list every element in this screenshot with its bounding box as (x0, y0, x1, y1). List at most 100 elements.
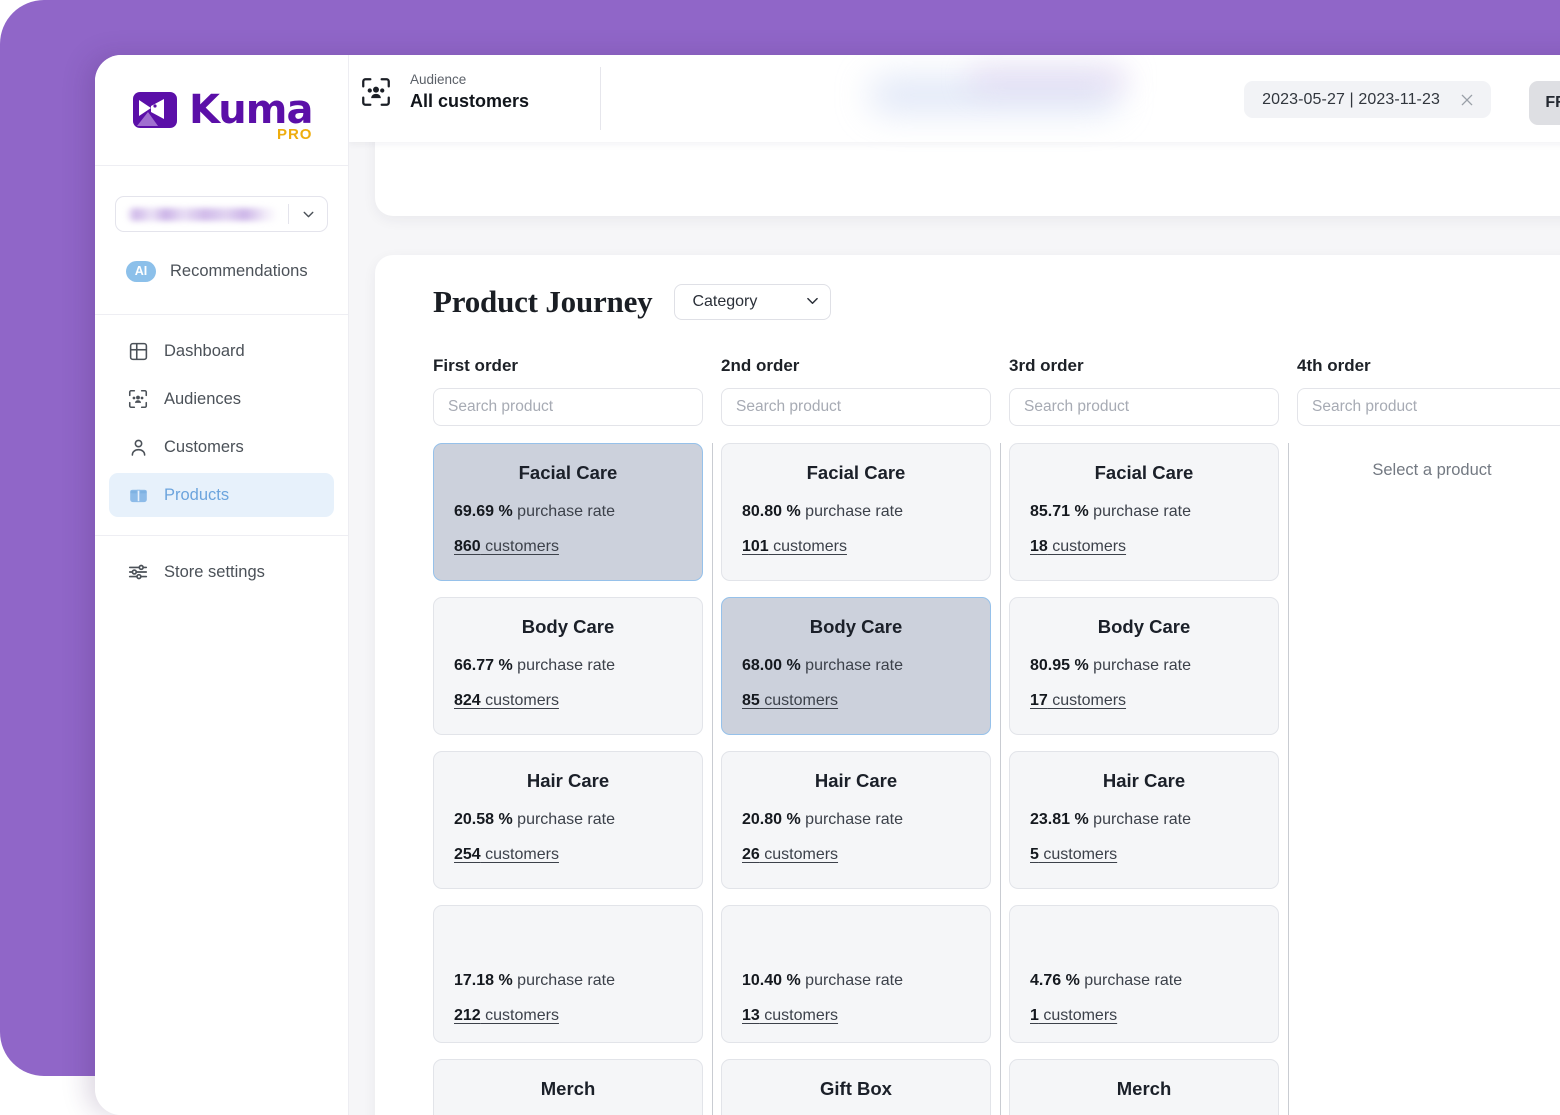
journey-card[interactable]: Hair Care 23.81 % purchase rate 5 customer… (1009, 751, 1279, 889)
sidebar-item-store-settings[interactable]: Store settings (109, 550, 334, 594)
panel-header: Product Journey Category (375, 255, 1560, 320)
audience-frame-icon (359, 75, 393, 109)
journey-card[interactable]: Merch (1009, 1059, 1279, 1115)
customers-count-underline[interactable]: 13 customers (742, 1007, 838, 1024)
customers-count-value: 18 (1030, 538, 1048, 555)
journey-card-purchase-rate: 20.58 % purchase rate (454, 811, 615, 828)
customers-count-value: 860 (454, 538, 481, 555)
column-header-4: 4th order Search product (1297, 356, 1560, 426)
journey-card-customers-link[interactable]: 13 customers (742, 1007, 970, 1025)
journey-column-1: Facial Care 69.69 % purchase rate 860 cust… (433, 443, 713, 1115)
empty-column-hint: Select a product (1372, 461, 1492, 479)
journey-card-customers-link[interactable]: 26 customers (742, 846, 970, 864)
person-icon (126, 435, 150, 459)
customers-count-underline[interactable]: 212 customers (454, 1007, 559, 1024)
customers-count-underline[interactable]: 860 customers (454, 538, 559, 555)
language-button[interactable]: FR (1529, 81, 1560, 125)
connector-line (999, 443, 1001, 1115)
journey-card-customers-link[interactable]: 17 customers (1030, 692, 1258, 710)
search-input-order-1[interactable]: Search product (433, 388, 703, 426)
content-scroll-area[interactable]: Product Journey Category First order Sea… (349, 142, 1560, 1115)
journey-card-customers-link[interactable]: 254 customers (454, 846, 682, 864)
customers-count-underline[interactable]: 85 customers (742, 692, 838, 709)
journey-card[interactable]: Body Care 66.77 % purchase rate 824 custom… (433, 597, 703, 735)
journey-card-title: Gift Box (820, 1078, 892, 1099)
journey-card-customers-link[interactable]: 18 customers (1030, 538, 1258, 556)
sidebar-item-audiences[interactable]: Audiences (109, 377, 334, 421)
journey-card-title: Merch (540, 1078, 596, 1099)
purchase-rate-value: 80.95 % (1030, 657, 1089, 674)
journey-card[interactable]: Facial Care 80.80 % purchase rate 101 cust… (721, 443, 991, 581)
customers-count-underline[interactable]: 101 customers (742, 538, 847, 555)
journey-card[interactable]: Body Care 80.95 % purchase rate 17 custome… (1009, 597, 1279, 735)
sidebar-item-recommendations[interactable]: AI Recommendations (109, 246, 334, 296)
journey-card-title: Facial Care (518, 462, 618, 483)
customers-count-underline[interactable]: 254 customers (454, 846, 559, 863)
journey-card[interactable]: Hair Care 20.80 % purchase rate 26 custome… (721, 751, 991, 889)
journey-card-customers-link[interactable]: 212 customers (454, 1007, 682, 1025)
journey-card-customers-link[interactable]: 824 customers (454, 692, 682, 710)
journey-card[interactable]: 4.76 % purchase rate 1 customers (1009, 905, 1279, 1043)
search-input-order-4[interactable]: Search product (1297, 388, 1560, 426)
purchase-rate-value: 80.80 % (742, 503, 801, 520)
search-input-placeholder: Search product (448, 398, 554, 415)
purchase-rate-value: 17.18 % (454, 972, 513, 989)
grouping-select-value: Category (692, 293, 758, 310)
product-journey-panel: Product Journey Category First order Sea… (375, 255, 1560, 1115)
journey-card-purchase-rate: 68.00 % purchase rate (742, 657, 903, 674)
journey-card[interactable]: Hair Care 20.58 % purchase rate 254 custom… (433, 751, 703, 889)
search-input-placeholder: Search product (1024, 398, 1130, 415)
app-logo[interactable]: Kuma PRO (95, 55, 348, 166)
journey-card[interactable]: Gift Box (721, 1059, 991, 1115)
journey-card-customers-link[interactable]: 860 customers (454, 538, 682, 556)
date-range-picker[interactable]: 2023-05-27 | 2023-11-23 (1244, 81, 1491, 118)
search-input-order-2[interactable]: Search product (721, 388, 991, 426)
journey-column-4: Select a product (1297, 443, 1560, 1115)
customers-count-value: 824 (454, 692, 481, 709)
sidebar-item-customers[interactable]: Customers (109, 425, 334, 469)
journey-card[interactable]: Body Care 68.00 % purchase rate 85 custome… (721, 597, 991, 735)
journey-card[interactable]: Merch (433, 1059, 703, 1115)
grouping-select[interactable]: Category (674, 284, 832, 320)
nav-group-main: Dashboard Audiences Customers Products (95, 315, 348, 535)
customers-count-underline[interactable]: 824 customers (454, 692, 559, 709)
customers-count-underline[interactable]: 18 customers (1030, 538, 1126, 555)
journey-card-customers-link[interactable]: 101 customers (742, 538, 970, 556)
sidebar-item-dashboard[interactable]: Dashboard (109, 329, 334, 373)
customers-count-underline[interactable]: 17 customers (1030, 692, 1126, 709)
journey-card-customers-link[interactable]: 1 customers (1030, 1007, 1258, 1025)
sidebar-item-label: Audiences (164, 389, 242, 408)
purchase-rate-value: 68.00 % (742, 657, 801, 674)
customers-count-value: 1 (1030, 1007, 1039, 1024)
journey-card-purchase-rate: 80.80 % purchase rate (742, 503, 903, 520)
search-input-placeholder: Search product (736, 398, 842, 415)
topbar: Audience All customers 2023-05-27 | 2023… (349, 55, 1560, 142)
audience-selector[interactable]: Audience All customers (359, 71, 609, 113)
journey-card-purchase-rate: 4.76 % purchase rate (1030, 972, 1183, 989)
journey-card[interactable]: 17.18 % purchase rate 212 customers (433, 905, 703, 1043)
sidebar-item-products[interactable]: Products (109, 473, 334, 517)
divider (600, 67, 601, 130)
customers-count-underline[interactable]: 5 customers (1030, 846, 1117, 863)
journey-card-purchase-rate: 80.95 % purchase rate (1030, 657, 1191, 674)
journey-card[interactable]: 10.40 % purchase rate 13 customers (721, 905, 991, 1043)
store-selector[interactable] (115, 196, 328, 232)
column-title: 2nd order (721, 356, 800, 375)
journey-card[interactable]: Facial Care 85.71 % purchase rate 18 custo… (1009, 443, 1279, 581)
journey-card-customers-link[interactable]: 5 customers (1030, 846, 1258, 864)
journey-card-customers-link[interactable]: 85 customers (742, 692, 970, 710)
customers-count-underline[interactable]: 26 customers (742, 846, 838, 863)
customers-count-value: 85 (742, 692, 760, 709)
journey-card[interactable]: Facial Care 69.69 % purchase rate 860 cust… (433, 443, 703, 581)
customers-count-value: 26 (742, 846, 760, 863)
search-input-order-3[interactable]: Search product (1009, 388, 1279, 426)
chevron-down-icon[interactable] (289, 206, 327, 223)
audience-frame-icon (126, 387, 150, 411)
close-icon[interactable] (1456, 89, 1478, 111)
customers-count-underline[interactable]: 1 customers (1030, 1007, 1117, 1024)
column-header-1: First order Search product (433, 356, 703, 426)
purchase-rate-value: 4.76 % (1030, 972, 1080, 989)
journey-card-title: Facial Care (1094, 462, 1194, 483)
sidebar: Kuma PRO AI Recommendations Dashboard Au… (95, 55, 349, 1115)
column-title: 4th order (1297, 356, 1371, 375)
